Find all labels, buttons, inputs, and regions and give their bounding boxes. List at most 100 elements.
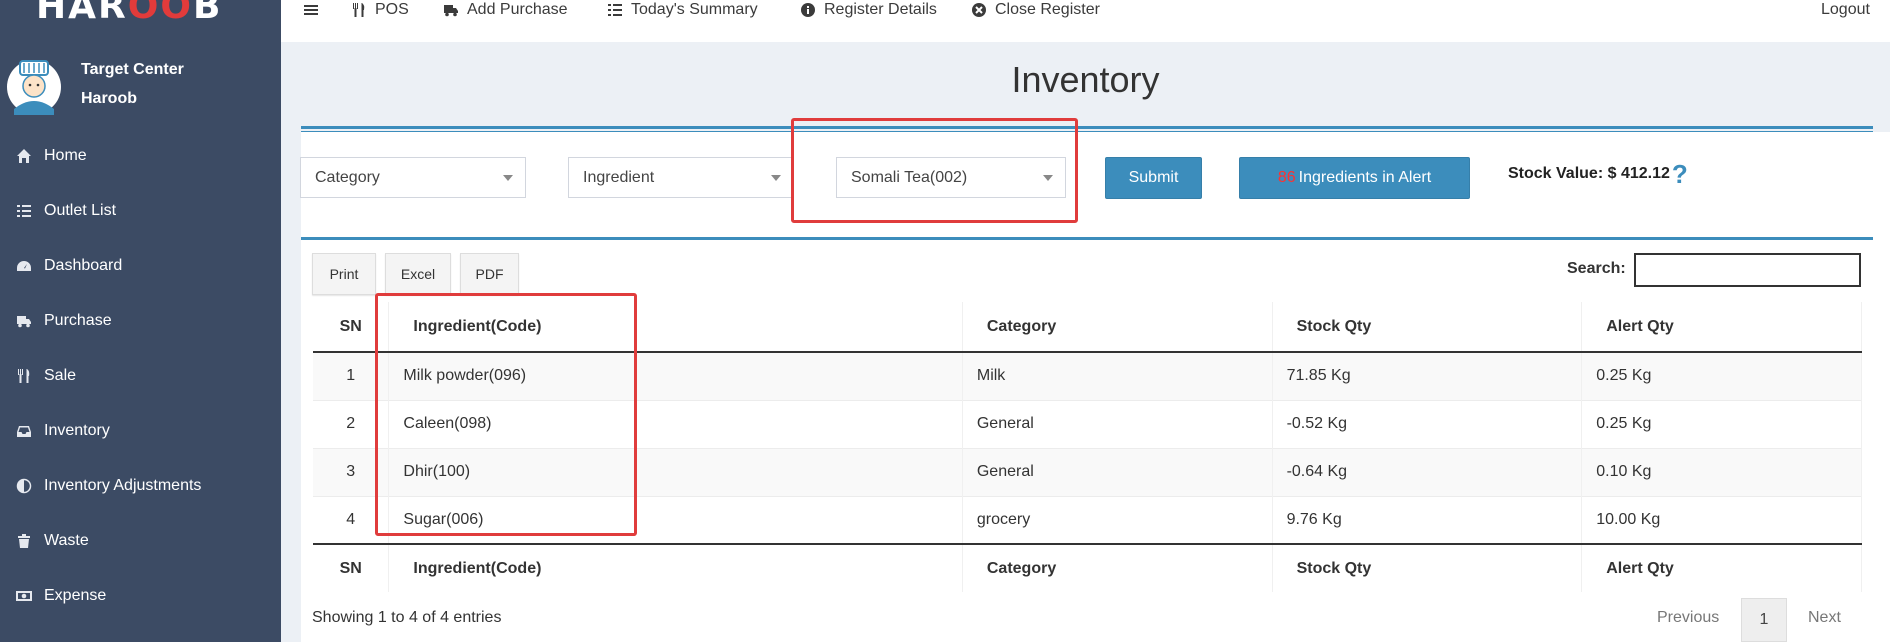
search-label: Search: [1567,260,1626,277]
list-icon [608,4,622,16]
todays-summary-link[interactable]: Today's Summary [607,0,758,20]
sidebar-item-expense[interactable]: Expense [0,568,281,623]
cell-ingredient: Sugar(006) [388,495,963,544]
table-info: Showing 1 to 4 of 4 entries [312,609,502,626]
close-register-link[interactable]: Close Register [971,0,1100,20]
cell-ingredient: Milk powder(096) [388,351,963,400]
sidebar-item-purchase[interactable]: Purchase [0,293,281,348]
register-details-label: Register Details [824,1,937,18]
stock-value-label: Stock Value: $ 412.12 [1508,165,1670,182]
logout-label: Logout [1821,1,1870,18]
add-purchase-link[interactable]: Add Purchase [443,0,568,20]
close-circle-icon [972,3,986,17]
sidebar-item-sale[interactable]: Sale [0,348,281,403]
pos-label: POS [375,1,409,18]
register-details-link[interactable]: Register Details [800,0,937,20]
pagination-previous[interactable]: Previous [1657,609,1719,627]
inbox-icon [14,422,34,440]
sidebar-item-label: Purchase [44,311,112,329]
cutlery-icon [14,367,34,385]
cell-alert-qty: 0.25 Kg [1581,351,1862,400]
column-header-ingredient[interactable]: Ingredient(Code) [388,302,963,353]
footer-header-category: Category [962,543,1273,592]
table-footer-row: SN Ingredient(Code) Category Stock Qty A… [313,543,1862,592]
alert-label: Ingredients in Alert [1298,169,1432,186]
sidebar-item-label: Expense [44,586,107,604]
submit-button[interactable]: Submit [1105,157,1202,199]
food-menu-select[interactable]: Somali Tea(002) [836,157,1066,198]
ingredient-select-value: Ingredient [583,168,655,186]
chevron-down-icon [503,175,513,181]
excel-button[interactable]: Excel [385,253,451,295]
cell-alert-qty: 10.00 Kg [1581,495,1862,544]
user-organization: Haroob [81,90,137,107]
column-header-sn[interactable]: SN [313,302,390,353]
submit-label: Submit [1128,169,1179,186]
cell-stock-qty: 9.76 Kg [1272,495,1583,544]
cell-sn: 4 [313,495,390,544]
sidebar-item-waste[interactable]: Waste [0,513,281,568]
sidebar-item-dashboard[interactable]: Dashboard [0,238,281,293]
ingredients-alert-button[interactable]: 86 Ingredients in Alert [1239,157,1470,199]
sidebar-item-home[interactable]: Home [0,128,281,183]
cell-ingredient: Dhir(100) [388,447,963,496]
cell-category: General [962,399,1273,448]
cell-category: General [962,447,1273,496]
sidebar-item-label: Waste [44,531,89,549]
truck-icon [444,5,458,17]
page-title: Inventory [1011,59,1160,100]
todays-summary-label: Today's Summary [631,1,758,18]
brand-logo[interactable]: HAROOB [36,0,222,27]
ingredient-select[interactable]: Ingredient [568,157,794,198]
footer-header-stock-qty: Stock Qty [1272,543,1583,592]
section-divider [301,126,1873,129]
add-purchase-label: Add Purchase [467,1,568,18]
user-avatar [7,60,61,115]
search-input[interactable] [1634,253,1861,287]
cell-stock-qty: -0.64 Kg [1272,447,1583,496]
top-navbar: POS Add Purchase Today's Summary Registe… [281,0,1890,42]
cell-category: Milk [962,351,1273,400]
cell-sn: 3 [313,447,390,496]
dashboard-icon [14,257,34,275]
sidebar-item-label: Outlet List [44,201,117,219]
table-row: 2 Caleen(098) General -0.52 Kg 0.25 Kg [313,399,1862,448]
table-header-row: SN Ingredient(Code) Category Stock Qty A… [313,302,1862,353]
sidebar-toggle-button[interactable] [303,0,327,20]
column-header-alert-qty[interactable]: Alert Qty [1581,302,1862,353]
cell-stock-qty: 71.85 Kg [1272,351,1583,400]
pos-link[interactable]: POS [351,0,409,20]
sidebar-item-label: Sale [44,366,77,384]
inventory-table: SN Ingredient(Code) Category Stock Qty A… [313,302,1862,592]
footer-header-ingredient: Ingredient(Code) [388,543,963,592]
alert-count: 86 [1277,169,1296,186]
cell-category: grocery [962,495,1273,544]
sidebar-item-outlet-list[interactable]: Outlet List [0,183,281,238]
table-row: 1 Milk powder(096) Milk 71.85 Kg 0.25 Kg [313,351,1862,400]
trash-icon [14,532,34,550]
logout-link[interactable]: Logout [1821,0,1870,20]
sidebar-item-inventory[interactable]: Inventory [0,403,281,458]
sidebar-item-label: Home [44,146,87,164]
cell-alert-qty: 0.25 Kg [1581,399,1862,448]
footer-header-alert-qty: Alert Qty [1581,543,1862,592]
pagination-page-1[interactable]: 1 [1741,598,1787,642]
adjust-icon [14,477,34,495]
excel-label: Excel [400,266,436,282]
category-select[interactable]: Category [300,157,526,198]
list-icon [14,202,34,220]
table-row: 3 Dhir(100) General -0.64 Kg 0.10 Kg [313,447,1862,496]
print-button[interactable]: Print [312,253,376,295]
pdf-button[interactable]: PDF [460,253,519,295]
sidebar-item-inventory-adjustments[interactable]: Inventory Adjustments [0,458,281,513]
column-header-stock-qty[interactable]: Stock Qty [1272,302,1583,353]
user-name: Target Center [81,61,184,78]
cell-stock-qty: -0.52 Kg [1272,399,1583,448]
hamburger-icon [304,5,318,15]
info-circle-icon [801,3,815,17]
pagination-next[interactable]: Next [1808,609,1841,627]
question-icon[interactable]: ? [1672,161,1688,187]
sidebar: HAROOB Target Center Haroob Home Outlet … [0,0,281,642]
column-header-category[interactable]: Category [962,302,1273,353]
sidebar-item-label: Dashboard [44,256,123,274]
